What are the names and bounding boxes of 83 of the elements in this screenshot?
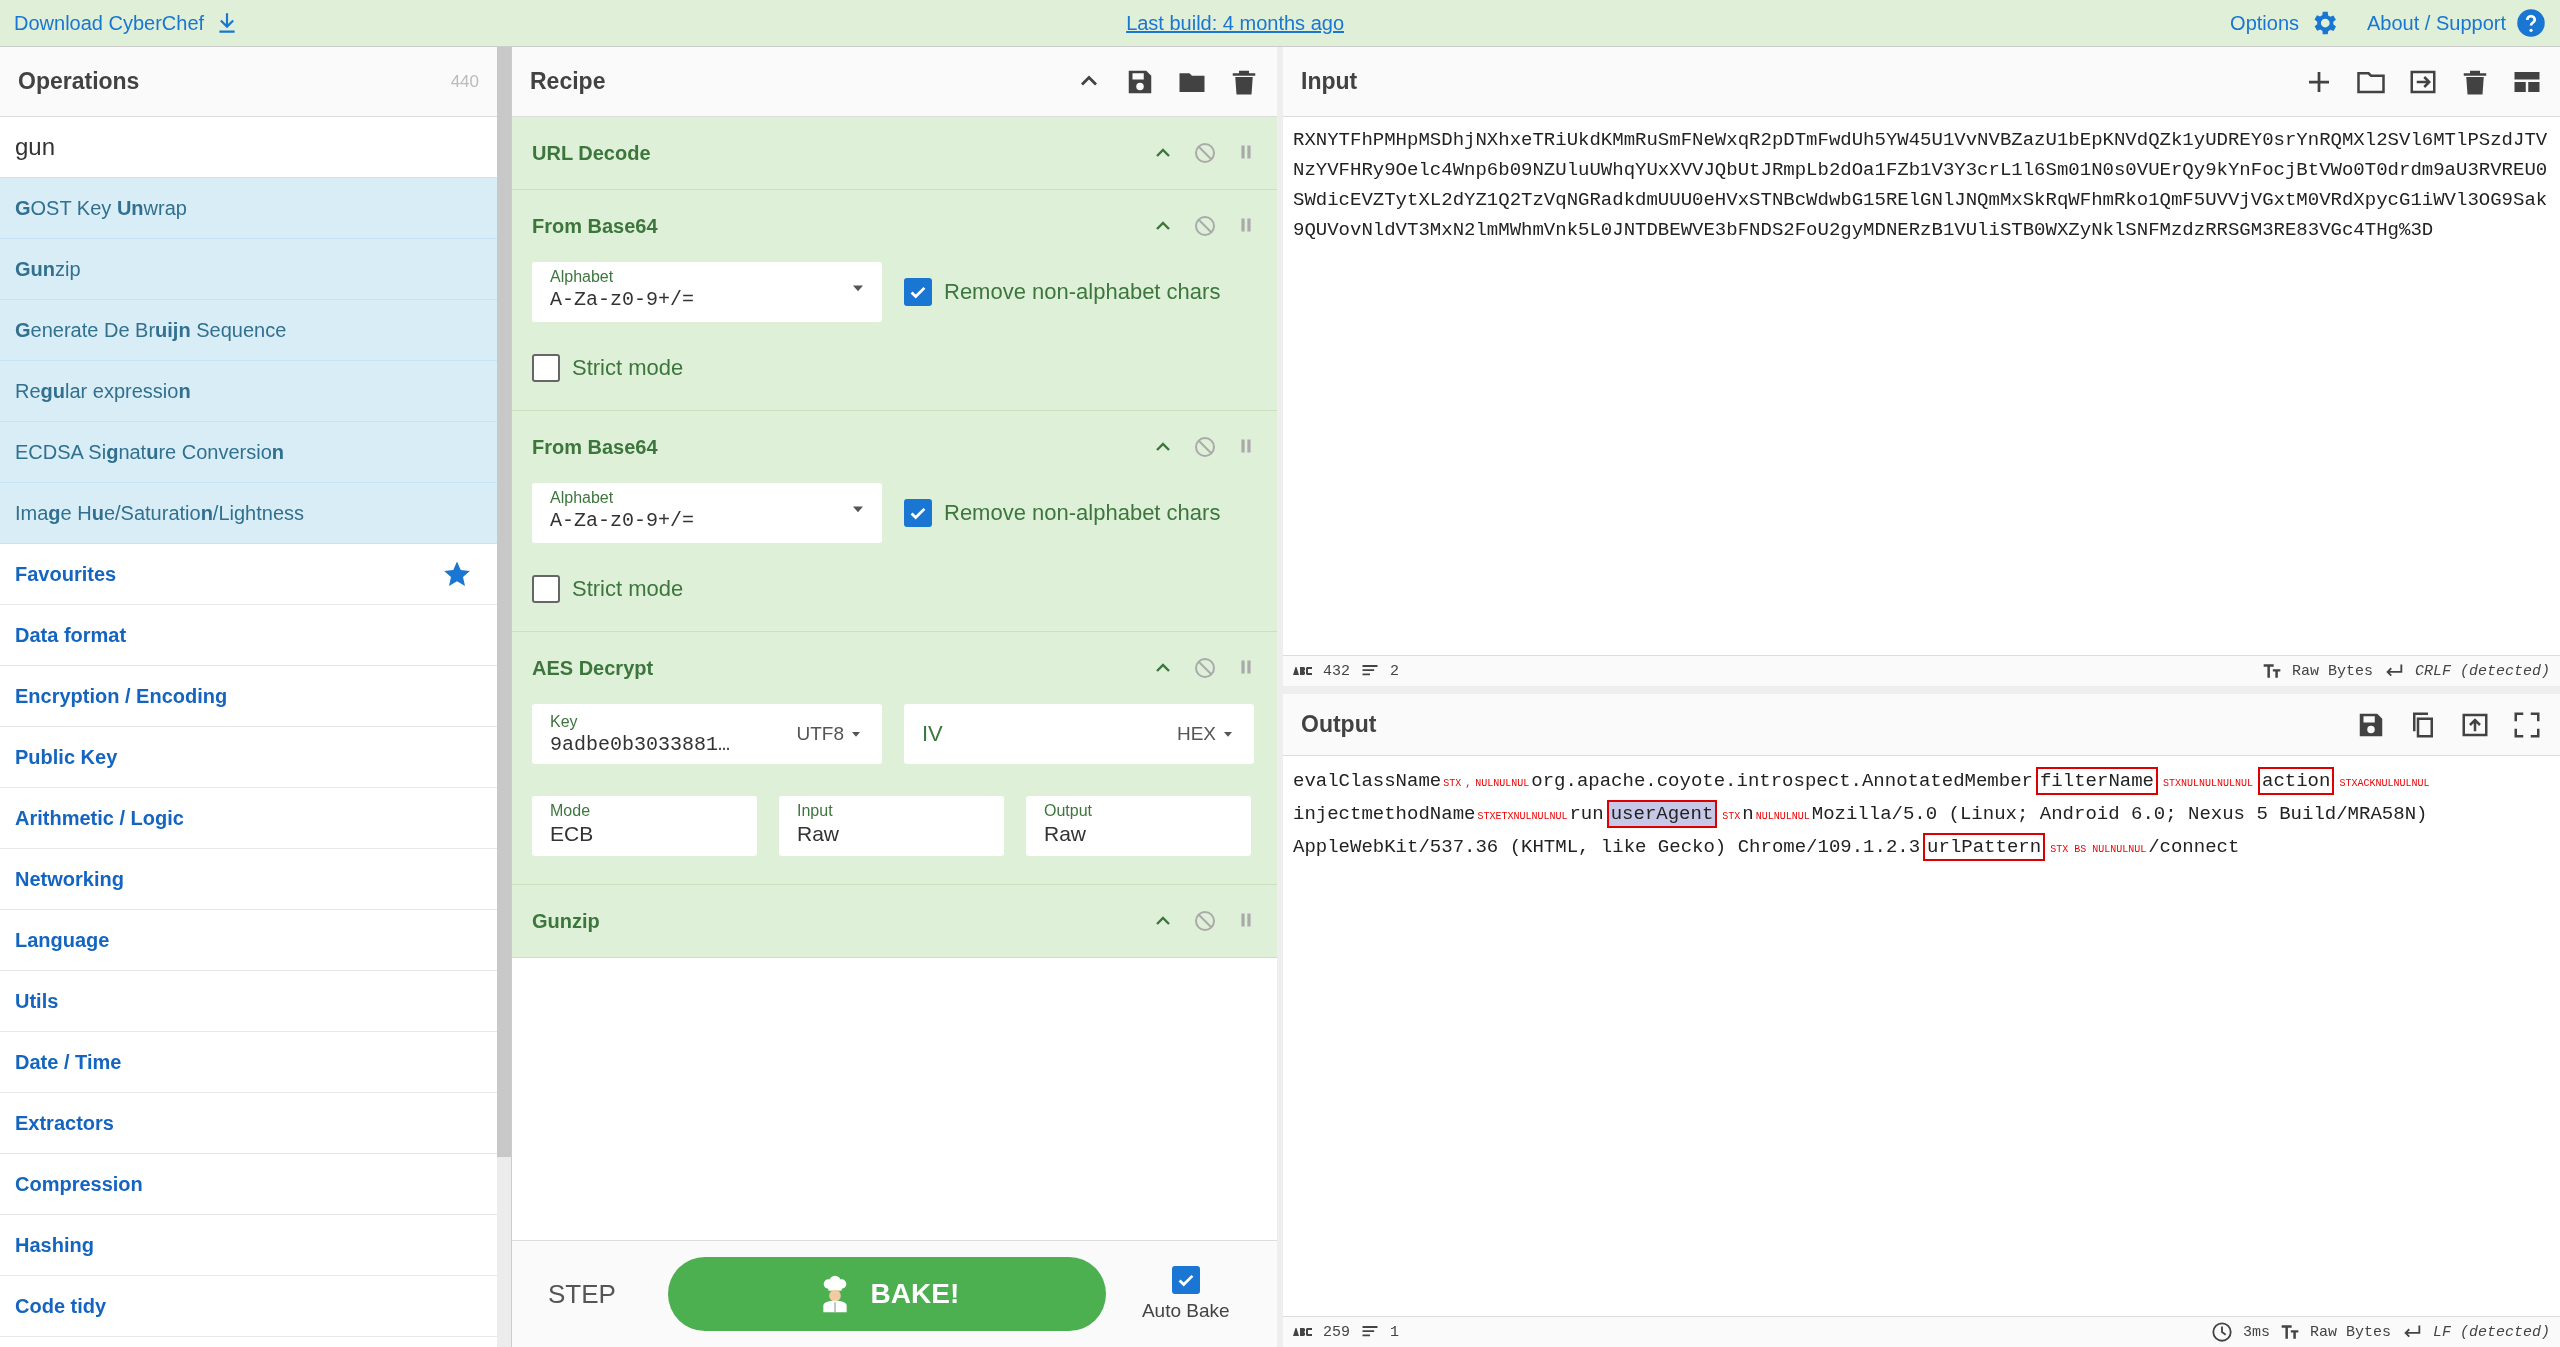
disable-icon xyxy=(1193,656,1217,680)
checkbox-label: Remove non-alphabet chars xyxy=(944,500,1221,526)
checkbox-label: Auto Bake xyxy=(1141,1300,1230,1322)
category-item[interactable]: Code tidy xyxy=(15,1294,107,1318)
font-icon xyxy=(2261,661,2282,681)
output-line: AppleWebKit/537.36 (KHTML, like Gecko) Chrome/109.1.2.3 urlPattern STX BS NULNULNUL/connect xyxy=(1293,832,2550,865)
step-button[interactable]: STEP xyxy=(532,1268,632,1320)
panel-title: Recipe xyxy=(530,68,606,95)
category-item[interactable]: Compression xyxy=(15,1172,143,1196)
operation-count: 440 xyxy=(450,71,479,92)
checkbox[interactable] xyxy=(532,575,560,603)
options-button[interactable]: Options xyxy=(2230,8,2339,38)
checkbox-label: Strict mode xyxy=(572,576,684,602)
disable-icon xyxy=(1193,141,1217,165)
operation-result[interactable]: Image Hue/Saturation/Lightness xyxy=(0,483,497,544)
category-item[interactable]: Favourites xyxy=(15,562,117,586)
operation-title: From Base64 xyxy=(532,435,658,459)
checkbox[interactable] xyxy=(904,278,932,306)
text-field[interactable]: Output Raw xyxy=(1026,796,1251,856)
text-field[interactable]: Key 9adbe0b3033881… UTF8 xyxy=(532,704,882,764)
operation-title: From Base64 xyxy=(532,214,658,238)
recipe-operation[interactable]: URL Decode xyxy=(512,117,1277,190)
operation-result[interactable]: Regular expression xyxy=(0,361,497,422)
download-link[interactable]: Download CyberChef xyxy=(14,10,241,36)
operation-result[interactable]: ECDSA Signature Conversion xyxy=(0,422,497,483)
operation-title: Gunzip xyxy=(532,909,600,933)
bake-time: 3ms xyxy=(2242,1323,2270,1341)
panel-title: Output xyxy=(1301,711,1377,738)
text-field[interactable]: IV HEX xyxy=(904,704,1254,764)
category-item[interactable]: Public Key xyxy=(15,745,118,769)
checkbox[interactable] xyxy=(532,354,560,382)
operation-title: URL Decode xyxy=(532,141,651,165)
operation-result[interactable]: GOST Key Unwrap xyxy=(0,178,497,239)
operation-title: AES Decrypt xyxy=(532,656,654,680)
category-item[interactable]: Data format xyxy=(15,623,127,647)
line-count: 2 xyxy=(1390,662,1400,680)
operation-result[interactable]: Gunzip xyxy=(0,239,497,300)
input-text[interactable]: RXNYTFhPMHpMSDhjNXhxeTRiUkdKMmRuSmFNeWxqR2pDTmFwdUh5YW45U1VvNVBZazU1bEpKNVdQZk1yUDREY0srYnRQMXl2SVl6MTlPSzdJTVNzYVFHRy9Oelc4Wnp6b09NZUluUWhqYUxXVVJQbUtJRmpLb2dOa1FZb1V3Y3crL1l6Sm01N0s0VUErQy9kYnFocjBtVWo0T0drdm9aU3RVREU0SWdicEVZTytXL2dYZ1Q2TzVqNGRadkdmUUU0eHVxSTNBcWdwbG15RElGNlJNQmMxSkRqWFhmRko1QmF5UVVjVGxtM0VRdXpycG1iWVl3OG9Sak9QUVovNldVT3MxN2lmMWhmVnk5L0JNTDBEWVE3bFNDS2FoU2gyMDNERzB1VUliSTB0WXZyNklSNFMzdzRRSGM3RE83VGc4THg%3D xyxy=(1283,117,2560,655)
option-dropdown[interactable]: UTF8 xyxy=(796,723,864,745)
checkbox[interactable] xyxy=(1171,1266,1200,1294)
scrollbar-thumb[interactable] xyxy=(497,47,511,1157)
panel-title: Operations xyxy=(18,68,140,95)
characters-icon xyxy=(1293,667,1313,675)
category-item[interactable]: Hashing xyxy=(15,1233,94,1257)
operation-result[interactable]: Generate De Bruijn Sequence xyxy=(0,300,497,361)
disable-icon xyxy=(1193,435,1217,459)
recipe-operation[interactable]: Gunzip xyxy=(512,885,1277,958)
disable-icon xyxy=(1193,214,1217,238)
recipe-operation[interactable]: AES Decrypt Key 9adbe0b3033881… UTF8 IV HEX Mode ECB Input Raw Output Raw xyxy=(512,632,1277,885)
category-item[interactable]: Language xyxy=(15,928,110,952)
dropdown-field[interactable]: Alphabet A-Za-z0-9+/= xyxy=(532,483,882,543)
output-line: injectmethodName STXETXNULNULNUL run userAgent STX n NULNULNUL Mozilla/5.0 (Linux; Android 6.0; Nexus 5 Build/MRA58N) xyxy=(1293,799,2550,832)
panel-title: Input xyxy=(1301,68,1358,95)
eol-button[interactable]: CRLF (detected) xyxy=(2414,662,2550,680)
dropdown-field[interactable]: Alphabet A-Za-z0-9+/= xyxy=(532,262,882,322)
font-icon xyxy=(2279,1322,2300,1342)
recipe-operation[interactable]: From Base64 Alphabet A-Za-z0-9+/= Remove non-alphabet chars Strict mode xyxy=(512,411,1277,632)
category-item[interactable]: Networking xyxy=(15,867,124,891)
checkbox-label: Strict mode xyxy=(572,355,684,381)
option-dropdown[interactable]: HEX xyxy=(1176,723,1236,745)
help-icon xyxy=(2516,8,2546,38)
output-line: evalClassName STX , NULNULNUL org.apache.coyote.introspect.AnnotatedMember filterName STXNULNULNULNUL action STXACKNULNULNUL xyxy=(1293,766,2550,799)
encoding-button[interactable]: Raw Bytes xyxy=(2291,662,2373,680)
category-item[interactable]: Encryption / Encoding xyxy=(15,684,228,708)
category-item[interactable]: Extractors xyxy=(15,1111,114,1135)
checkbox[interactable] xyxy=(904,499,932,527)
checkbox-label: Remove non-alphabet chars xyxy=(944,279,1221,305)
disable-icon xyxy=(1193,909,1217,933)
help-link[interactable]: About / Support xyxy=(2367,8,2546,38)
clock-icon xyxy=(2210,1321,2233,1343)
category-item[interactable]: Date / Time xyxy=(15,1050,122,1074)
category-item[interactable]: Utils xyxy=(15,989,59,1013)
character-count: 432 xyxy=(1323,662,1350,680)
line-count: 1 xyxy=(1390,1323,1400,1341)
eol-button[interactable]: LF (detected) xyxy=(2432,1323,2550,1341)
text-field[interactable]: Mode ECB xyxy=(532,796,757,856)
last-build-link[interactable]: Last build: 4 months ago xyxy=(1126,11,1345,35)
category-item[interactable]: Arithmetic / Logic xyxy=(15,806,184,830)
recipe-operation[interactable]: From Base64 Alphabet A-Za-z0-9+/= Remove non-alphabet chars Strict mode xyxy=(512,190,1277,411)
character-count: 259 xyxy=(1323,1323,1350,1341)
characters-icon xyxy=(1293,1328,1313,1336)
text-field[interactable]: Input Raw xyxy=(779,796,1004,856)
encoding-button[interactable]: Raw Bytes xyxy=(2309,1323,2391,1341)
